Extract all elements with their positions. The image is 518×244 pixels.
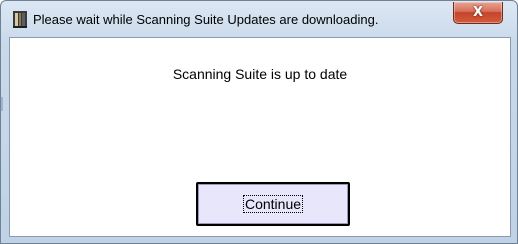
update-dialog-window: Please wait while Scanning Suite Updates… <box>0 0 518 244</box>
title-bar[interactable]: Please wait while Scanning Suite Updates… <box>1 1 517 37</box>
frame-edge <box>1 97 3 111</box>
continue-button[interactable]: Continue <box>196 182 350 226</box>
close-button[interactable]: X <box>453 2 503 24</box>
status-message: Scanning Suite is up to date <box>172 66 348 82</box>
close-icon: X <box>472 5 484 20</box>
dialog-body: Scanning Suite is up to date Continue <box>9 37 511 237</box>
app-icon <box>13 11 27 28</box>
continue-button-label: Continue <box>242 195 304 213</box>
window-title: Please wait while Scanning Suite Updates… <box>33 12 379 27</box>
